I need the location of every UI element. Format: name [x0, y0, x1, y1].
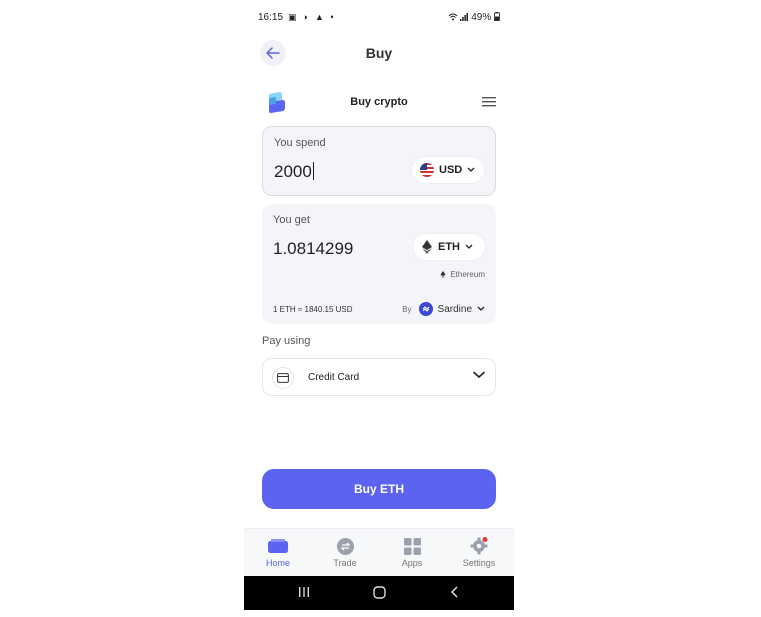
chevron-down-icon: [473, 371, 485, 379]
bottom-tab-bar: Home Trade Apps Settings: [244, 528, 514, 577]
us-flag-icon: [420, 163, 434, 177]
widget-title: Buy crypto: [350, 96, 408, 108]
status-bar: 16:15 ▣ ◗ ▲ • 49%: [244, 0, 514, 34]
spend-currency-select[interactable]: USD: [412, 157, 484, 183]
payment-method-label: Credit Card: [308, 372, 360, 383]
apps-icon: [403, 537, 421, 555]
tab-settings[interactable]: Settings: [451, 537, 507, 568]
pay-using-label: Pay using: [262, 335, 311, 347]
tab-apps[interactable]: Apps: [384, 537, 440, 568]
receive-card: You get 1.0814299 ETH Ethereum 1 ETH ≈ 1…: [262, 204, 496, 324]
exchange-rate: 1 ETH ≈ 1840.15 USD: [273, 305, 353, 314]
swap-icon: [336, 537, 354, 555]
spend-label: You spend: [274, 137, 326, 149]
spend-amount-value: 2000: [274, 162, 312, 181]
receive-amount: 1.0814299: [273, 239, 354, 258]
network-label: Ethereum: [440, 270, 485, 279]
tab-home[interactable]: Home: [250, 537, 306, 568]
spend-card: You spend 2000 USD: [262, 126, 496, 196]
buy-eth-button[interactable]: Buy ETH: [262, 469, 496, 509]
android-nav-bar: [244, 576, 514, 610]
widget-header: Buy crypto: [244, 90, 514, 116]
notification-dot: [482, 537, 488, 542]
tab-trade-label: Trade: [333, 558, 357, 568]
battery-icon: [494, 12, 500, 22]
status-notification-icons: ▣ ◗ ▲ •: [288, 12, 336, 22]
payment-method-select[interactable]: Credit Card: [262, 358, 496, 396]
spend-amount-input[interactable]: 2000: [274, 162, 314, 182]
tab-trade[interactable]: Trade: [317, 537, 373, 568]
gear-icon: [470, 537, 488, 555]
wallet-icon: [268, 539, 288, 553]
sardine-logo-icon: [418, 302, 433, 316]
provider-name: Sardine: [437, 303, 472, 315]
network-name: Ethereum: [450, 270, 485, 279]
home-nav-icon[interactable]: [373, 586, 386, 599]
receive-label: You get: [273, 214, 310, 226]
ethereum-icon: [422, 240, 432, 254]
text-caret: [312, 162, 314, 180]
battery-percent: 49%: [471, 12, 492, 23]
receive-currency-code: ETH: [438, 241, 460, 253]
receive-currency-select[interactable]: ETH: [413, 234, 485, 260]
provider-by-label: By: [402, 304, 412, 314]
chevron-down-icon: [467, 167, 475, 172]
signal-icon: [460, 13, 469, 21]
phone-screen: 16:15 ▣ ◗ ▲ • 49% Buy Buy crypto You spe…: [244, 0, 514, 610]
provider-select[interactable]: By Sardine: [402, 302, 485, 316]
wifi-icon: [448, 13, 457, 21]
chevron-down-icon: [477, 306, 485, 311]
back-nav-icon[interactable]: [450, 586, 460, 598]
page-title: Buy: [365, 45, 393, 61]
credit-card-icon-wrap: [272, 367, 294, 389]
status-time: 16:15: [258, 12, 284, 23]
spend-currency-code: USD: [439, 164, 463, 176]
menu-icon[interactable]: [482, 96, 496, 108]
status-right: 49%: [448, 12, 500, 23]
page-header: Buy: [244, 36, 514, 70]
credit-card-icon: [277, 373, 289, 383]
tab-home-label: Home: [265, 558, 290, 568]
ethereum-icon: [440, 271, 446, 278]
recent-apps-icon[interactable]: [298, 586, 310, 598]
tab-settings-label: Settings: [462, 558, 496, 568]
tab-apps-label: Apps: [401, 558, 423, 568]
chevron-down-icon: [465, 244, 473, 249]
